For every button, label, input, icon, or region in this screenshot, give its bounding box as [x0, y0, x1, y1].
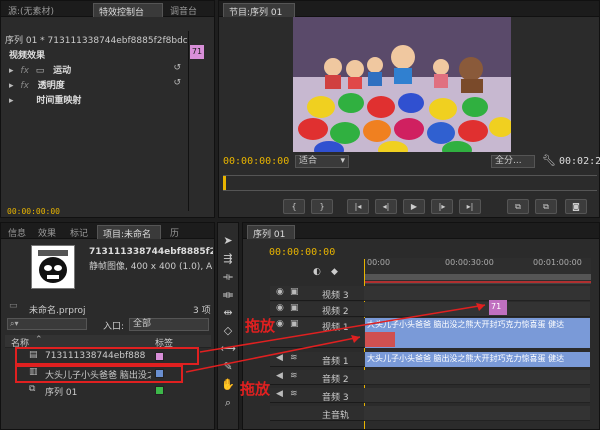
drag-arrows [185, 303, 486, 373]
annotation-drag-1: 拖放 [245, 317, 276, 335]
annotation-drag-2: 拖放 [240, 380, 271, 398]
